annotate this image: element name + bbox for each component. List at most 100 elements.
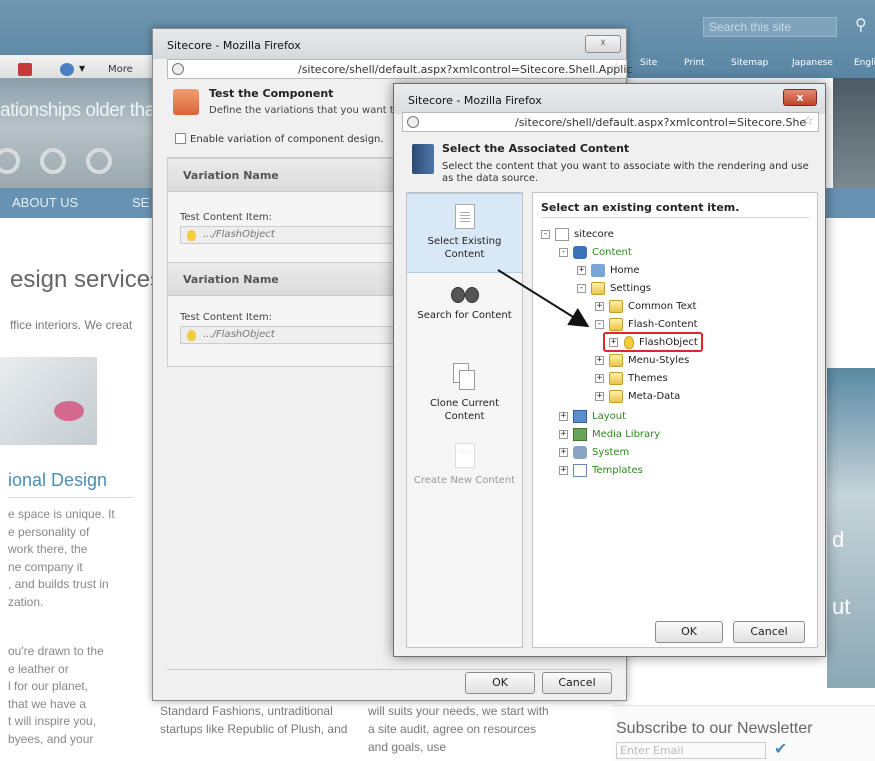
nav-about-us[interactable]: ABOUT US	[12, 195, 78, 210]
hero-circle	[0, 148, 20, 174]
option-search-content[interactable]: Search for Content	[407, 283, 522, 343]
folder-icon	[609, 300, 623, 313]
option-label: Create New Content	[413, 475, 516, 486]
test-content-item-field[interactable]: .../FlashObject	[180, 326, 400, 344]
enable-variation-checkbox[interactable]: Enable variation of component design.	[175, 133, 384, 145]
folder-icon	[609, 372, 623, 385]
collapse-icon[interactable]: -	[595, 320, 604, 329]
english-link[interactable]: English	[854, 58, 875, 68]
tree-label: Templates	[592, 465, 643, 476]
option-label: Search for Content	[417, 310, 512, 321]
expand-icon[interactable]: +	[559, 412, 568, 421]
test-content-item-label: Test Content Item:	[180, 212, 272, 223]
lightbulb-icon	[187, 230, 196, 241]
document-icon	[454, 204, 475, 229]
test-content-item-label: Test Content Item:	[180, 312, 272, 323]
option-select-existing[interactable]: Select Existing Content	[407, 193, 522, 273]
expand-icon[interactable]: +	[609, 338, 618, 347]
test-content-item-value: .../FlashObject	[203, 229, 275, 240]
tree-heading: Select an existing content item.	[541, 201, 740, 214]
star-icon[interactable]: ☆	[610, 61, 622, 76]
expand-icon[interactable]: +	[595, 374, 604, 383]
inner-window-titlebar: Sitecore - Mozilla Firefox x	[394, 84, 825, 114]
divider	[8, 497, 134, 498]
tree-label: Meta-Data	[628, 391, 681, 402]
lightbulb-icon	[624, 336, 634, 349]
expand-icon[interactable]: +	[559, 430, 568, 439]
collapse-icon[interactable]: -	[541, 230, 550, 239]
tree-label: Layout	[592, 411, 626, 422]
expand-icon[interactable]: +	[577, 266, 586, 275]
newsletter-email-input[interactable]: Enter Email	[616, 742, 766, 759]
variations-panel: Variation Name Test Content Item: .../Fl…	[167, 157, 412, 367]
outer-close-button[interactable]: ☓	[585, 35, 621, 53]
test-content-item-field[interactable]: .../FlashObject	[180, 226, 400, 244]
chevron-down-icon[interactable]: ▼	[79, 64, 85, 73]
nav-services[interactable]: SE	[132, 195, 149, 210]
expand-icon[interactable]: +	[595, 392, 604, 401]
website-column-text: Standard Fashions, untraditional startup…	[160, 704, 348, 736]
expand-icon[interactable]: +	[559, 448, 568, 457]
inner-cancel-button[interactable]: Cancel	[733, 621, 805, 643]
inner-dialog-description: Select the content that you want to asso…	[442, 161, 809, 184]
page-icon[interactable]	[18, 63, 32, 76]
templates-icon	[573, 464, 587, 477]
collapse-icon[interactable]: -	[577, 284, 586, 293]
outer-window-titlebar: Sitecore - Mozilla Firefox ☓	[153, 29, 626, 59]
inner-close-button[interactable]: x	[783, 89, 817, 106]
outer-cancel-button[interactable]: Cancel	[542, 672, 612, 694]
tree-label: sitecore	[574, 229, 614, 240]
collapse-icon[interactable]: -	[559, 248, 568, 257]
inner-dialog-title: Select the Associated Content	[442, 142, 630, 155]
outer-ok-button[interactable]: OK	[465, 672, 535, 694]
tree-label: Settings	[610, 283, 652, 294]
website-side-text: d	[832, 527, 845, 552]
website-paragraph: e space is unique. It e personality of w…	[8, 507, 115, 609]
more-menu[interactable]: More	[108, 64, 133, 75]
inner-ok-button[interactable]: OK	[655, 621, 723, 643]
search-icon[interactable]: ⚲	[855, 15, 875, 39]
website-search-input[interactable]: Search this site	[703, 17, 837, 37]
content-tree-panel: Select an existing content item. - sitec…	[532, 192, 818, 648]
tree-label: Menu-Styles	[628, 355, 690, 366]
server-icon	[412, 144, 434, 174]
website-subheading: ffice interiors. We creat	[10, 318, 133, 332]
component-icon	[173, 89, 199, 115]
website-hero-image-right	[833, 78, 875, 188]
help-icon[interactable]	[60, 63, 74, 76]
layout-icon	[573, 410, 587, 423]
site-link[interactable]: Site	[640, 58, 657, 68]
website-side-text: ut	[832, 594, 851, 619]
option-clone-content[interactable]: Clone Current Content	[407, 363, 522, 433]
checkbox[interactable]	[175, 133, 186, 144]
expand-icon[interactable]: +	[595, 302, 604, 311]
tree-label: Common Text	[628, 301, 697, 312]
inner-address-bar[interactable]: /sitecore/shell/default.aspx?xmlcontrol=…	[402, 112, 819, 132]
globe-icon	[407, 116, 419, 128]
system-icon	[573, 446, 587, 459]
website-paragraph: ou're drawn to the e leather or l for ou…	[8, 644, 104, 746]
newsletter-box: Subscribe to our Newsletter Enter Email …	[612, 705, 875, 761]
tree-label: Flash-Content	[628, 319, 698, 330]
star-icon[interactable]: ☆	[802, 114, 814, 129]
media-library-icon	[573, 428, 587, 441]
tree-label: Media Library	[592, 429, 661, 440]
check-icon[interactable]: ✔	[774, 739, 787, 758]
print-link[interactable]: Print	[684, 58, 705, 68]
divider	[167, 669, 612, 670]
clone-icon	[452, 363, 477, 391]
divider	[541, 217, 809, 218]
expand-icon[interactable]: +	[595, 356, 604, 365]
japanese-link[interactable]: Japanese	[792, 58, 833, 68]
sitecore-icon	[555, 228, 569, 241]
content-icon	[573, 246, 587, 259]
variation-name-header: Variation Name	[168, 262, 411, 296]
website-section-title: ional Design	[8, 470, 108, 490]
tree-label: System	[592, 447, 630, 458]
sitemap-link[interactable]: Sitemap	[731, 58, 768, 68]
expand-icon[interactable]: +	[559, 466, 568, 475]
website-hero-image: ationships older tha	[0, 78, 152, 188]
outer-address-bar[interactable]: /sitecore/shell/default.aspx?xmlcontrol=…	[167, 59, 632, 79]
newsletter-title: Subscribe to our Newsletter	[616, 720, 813, 737]
inner-window-title: Sitecore - Mozilla Firefox	[408, 94, 542, 107]
